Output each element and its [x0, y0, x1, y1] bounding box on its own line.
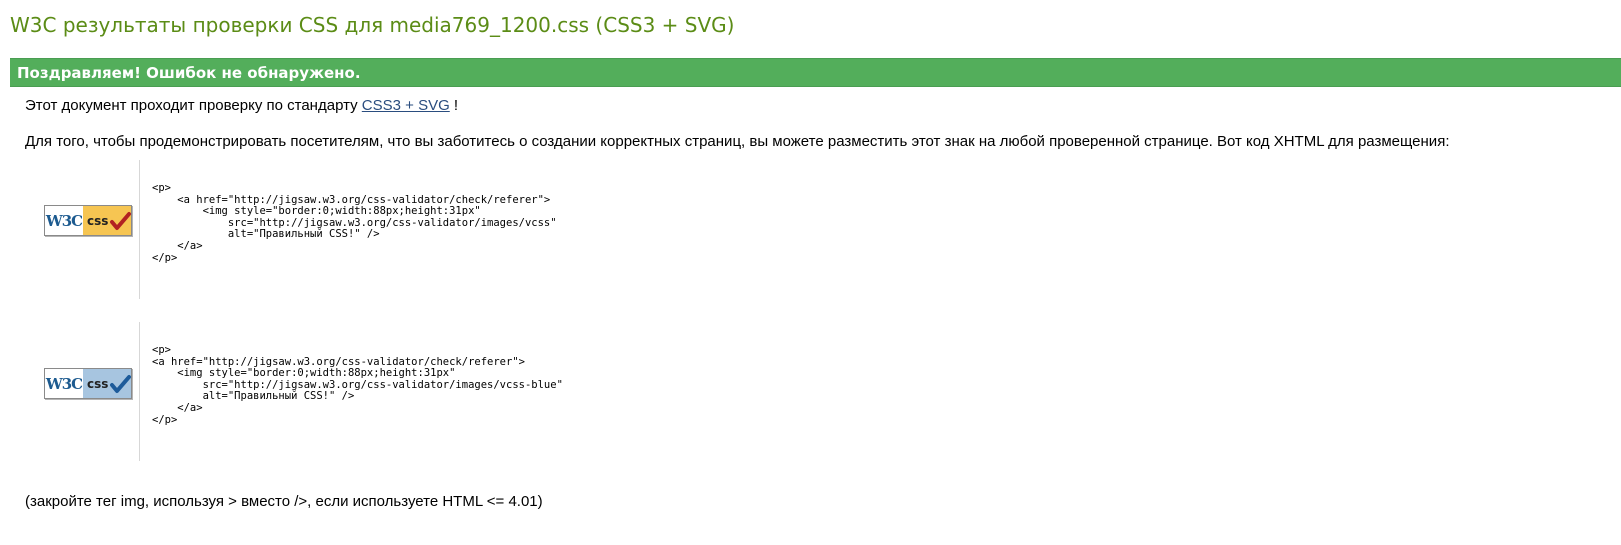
badge-css-label: css: [87, 213, 109, 228]
badge-intro-text: Для того, чтобы продемонстрировать посет…: [25, 133, 1450, 150]
checkmark-icon: [110, 212, 131, 230]
code-snippet-area: <p> <a href="http://jigsaw.w3.org/css-va…: [139, 322, 563, 461]
code-snippet-area: <p> <a href="http://jigsaw.w3.org/css-va…: [139, 160, 557, 299]
code-snippet-blue: <p> <a href="http://jigsaw.w3.org/css-va…: [152, 344, 563, 426]
conformance-suffix: !: [449, 97, 459, 114]
w3c-logo-icon: W3C: [45, 369, 83, 398]
valid-css-badge-gold[interactable]: W3C css: [44, 205, 132, 236]
success-banner: Поздравляем! Ошибок не обнаружено.: [10, 58, 1621, 87]
badge-block-blue: W3C css <p> <a href="http://jigsaw.w3.or…: [25, 322, 725, 462]
html401-footnote: (закройте тег img, используя > вместо />…: [25, 493, 543, 510]
code-snippet-gold: <p> <a href="http://jigsaw.w3.org/css-va…: [152, 182, 557, 264]
page-title: W3C результаты проверки CSS для media769…: [10, 13, 735, 37]
badge-block-gold: W3C css <p> <a href="http://jigsaw.w3.or…: [25, 160, 725, 300]
valid-css-badge-blue[interactable]: W3C css: [44, 368, 132, 399]
success-message: Поздравляем! Ошибок не обнаружено.: [17, 64, 361, 82]
badge-css-label: css: [87, 376, 109, 391]
checkmark-icon: [110, 375, 131, 393]
css-profile-link[interactable]: CSS3 + SVG: [362, 97, 450, 114]
w3c-logo-icon: W3C: [45, 206, 83, 235]
conformance-statement: Этот документ проходит проверку по станд…: [25, 97, 458, 114]
conformance-prefix: Этот документ проходит проверку по станд…: [25, 97, 358, 114]
